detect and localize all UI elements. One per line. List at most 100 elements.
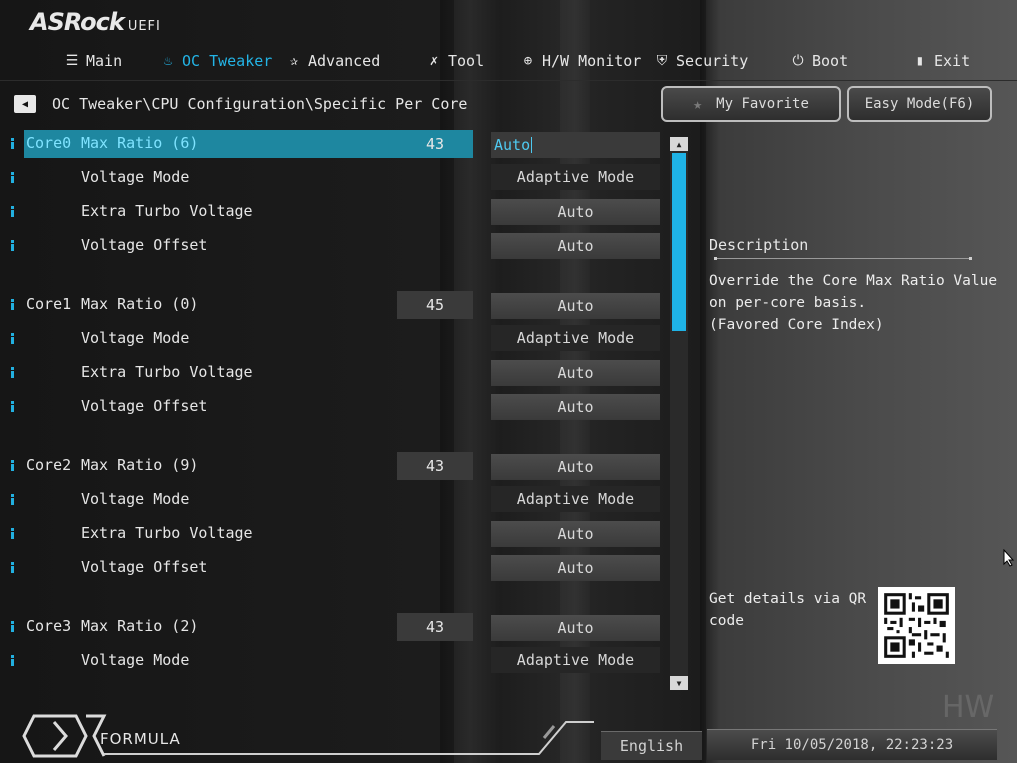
- setting-label: Voltage Mode: [81, 490, 190, 508]
- tab-label: Main: [86, 52, 123, 70]
- core1-offset-input[interactable]: Auto: [491, 394, 660, 420]
- button-label: My Favorite: [716, 96, 809, 112]
- core3-max-ratio-input[interactable]: Auto: [491, 615, 660, 641]
- asrock-logo: ASRock UEFI: [30, 8, 161, 36]
- core-label: Core3: [26, 617, 72, 635]
- mouse-pointer-icon: [1003, 549, 1015, 567]
- datetime-display: Fri 10/05/2018, 22:23:23: [707, 729, 997, 760]
- language-button[interactable]: English: [601, 731, 702, 760]
- setting-label: Max Ratio (9): [81, 456, 199, 474]
- setting-label: Max Ratio (2): [81, 617, 199, 635]
- formula-wordmark: FORMULA: [100, 730, 181, 748]
- setting-row-core2-max-ratio[interactable]: Core2 Max Ratio (9) 43: [0, 452, 475, 480]
- info-icon: [10, 367, 14, 379]
- setting-row-core1-voltage-mode[interactable]: Voltage Mode: [0, 325, 475, 353]
- tab-label: Boot: [812, 52, 849, 70]
- description-text: Override the Core Max Ratio Value on per…: [709, 273, 998, 333]
- easy-mode-button[interactable]: Easy Mode(F6): [847, 86, 992, 122]
- setting-label: Voltage Mode: [81, 651, 190, 669]
- setting-label: Max Ratio (6): [81, 134, 199, 152]
- setting-label: Voltage Offset: [81, 397, 208, 415]
- flame-icon: ♨: [163, 53, 173, 69]
- info-icon: [10, 562, 14, 574]
- setting-row-core1-extra-turbo[interactable]: Extra Turbo Voltage: [0, 359, 475, 387]
- current-ratio: 45: [397, 291, 473, 319]
- tab-label: Security: [676, 52, 749, 70]
- back-button[interactable]: ◀: [14, 95, 36, 113]
- brand-name: ASRock: [30, 8, 125, 36]
- scroll-up-button[interactable]: ▲: [670, 137, 688, 151]
- core-label: Core0: [26, 134, 72, 152]
- tab-boot[interactable]: ⏻ Boot: [790, 44, 848, 78]
- setting-row-core1-offset[interactable]: Voltage Offset: [0, 393, 475, 421]
- setting-row-core2-extra-turbo[interactable]: Extra Turbo Voltage: [0, 520, 475, 548]
- star-icon: ★: [693, 95, 703, 113]
- watermark: HW: [942, 690, 995, 725]
- setting-label: Max Ratio (0): [81, 295, 199, 313]
- description-divider: [714, 257, 972, 260]
- current-ratio: 43: [397, 452, 473, 480]
- scroll-down-button[interactable]: ▼: [670, 676, 688, 690]
- list-icon: ☰: [65, 53, 79, 69]
- tab-advanced[interactable]: ✰ Advanced: [286, 44, 380, 78]
- core2-extra-turbo-input[interactable]: Auto: [491, 521, 660, 547]
- info-icon: [10, 494, 14, 506]
- tab-label: H/W Monitor: [542, 52, 642, 70]
- tab-tool[interactable]: ✗ Tool: [426, 44, 484, 78]
- info-icon: [10, 299, 14, 311]
- setting-row-core3-max-ratio[interactable]: Core3 Max Ratio (2) 43: [0, 613, 475, 641]
- core1-voltage-mode-select[interactable]: Adaptive Mode: [491, 325, 660, 351]
- description-title: Description: [709, 236, 809, 254]
- core-label: Core2: [26, 456, 72, 474]
- tab-label: Advanced: [308, 52, 381, 70]
- main-nav: ☰ Main ♨ OC Tweaker ✰ Advanced ✗ Tool ⊕ H/W M…: [0, 44, 1017, 80]
- core0-extra-turbo-input[interactable]: Auto: [491, 199, 660, 225]
- scrollbar[interactable]: ▲ ▼: [670, 137, 688, 690]
- scrollbar-thumb[interactable]: [672, 153, 686, 331]
- setting-row-core1-max-ratio[interactable]: Core1 Max Ratio (0) 45: [0, 291, 475, 319]
- setting-row-core3-voltage-mode[interactable]: Voltage Mode: [0, 647, 475, 675]
- core-label: Core1: [26, 295, 72, 313]
- tab-label: Exit: [934, 52, 971, 70]
- core2-offset-input[interactable]: Auto: [491, 555, 660, 581]
- core0-offset-input[interactable]: Auto: [491, 233, 660, 259]
- button-label: Easy Mode(F6): [864, 96, 975, 112]
- setting-row-core0-max-ratio[interactable]: Core0 Max Ratio (6) 43: [0, 130, 475, 158]
- setting-label: Voltage Offset: [81, 558, 208, 576]
- setting-label: Extra Turbo Voltage: [81, 524, 253, 542]
- tab-hw-monitor[interactable]: ⊕ H/W Monitor: [520, 44, 642, 78]
- info-icon: [10, 333, 14, 345]
- core1-extra-turbo-input[interactable]: Auto: [491, 360, 660, 386]
- core2-max-ratio-input[interactable]: Auto: [491, 454, 660, 480]
- breadcrumb: OC Tweaker\CPU Configuration\Specific Pe…: [52, 95, 468, 113]
- exit-icon: ▮: [915, 53, 925, 69]
- info-icon: [10, 206, 14, 218]
- setting-label: Extra Turbo Voltage: [81, 202, 253, 220]
- core2-voltage-mode-select[interactable]: Adaptive Mode: [491, 486, 660, 512]
- core3-voltage-mode-select[interactable]: Adaptive Mode: [491, 647, 660, 673]
- current-ratio: 43: [425, 135, 445, 153]
- core1-max-ratio-input[interactable]: Auto: [491, 293, 660, 319]
- text-cursor: [531, 137, 533, 153]
- tab-oc-tweaker[interactable]: ♨ OC Tweaker: [160, 44, 273, 78]
- setting-row-core2-voltage-mode[interactable]: Voltage Mode: [0, 486, 475, 514]
- nav-divider: [0, 80, 1017, 81]
- chevron-left-icon: ◀: [21, 98, 29, 110]
- my-favorite-button[interactable]: ★ My Favorite: [661, 86, 841, 122]
- star-icon: ✰: [289, 53, 299, 69]
- qr-caption: Get details via QR code: [709, 591, 867, 629]
- setting-row-core0-extra-turbo[interactable]: Extra Turbo Voltage: [0, 198, 475, 226]
- tab-security[interactable]: ⛨ Security: [654, 44, 749, 78]
- tab-exit[interactable]: ▮ Exit: [912, 44, 970, 78]
- chevron-up-icon: ▲: [676, 139, 682, 149]
- core0-voltage-mode-select[interactable]: Adaptive Mode: [491, 164, 660, 190]
- input-value: Auto: [494, 136, 531, 154]
- setting-row-core2-offset[interactable]: Voltage Offset: [0, 554, 475, 582]
- info-icon: [10, 655, 14, 667]
- core0-max-ratio-input[interactable]: Auto: [491, 132, 660, 158]
- setting-row-core0-voltage-mode[interactable]: Voltage Mode: [0, 164, 475, 192]
- setting-row-core0-offset[interactable]: Voltage Offset: [0, 232, 475, 260]
- shield-icon: ⛨: [656, 53, 668, 69]
- chevron-down-icon: ▼: [676, 678, 682, 688]
- tab-main[interactable]: ☰ Main: [64, 44, 122, 78]
